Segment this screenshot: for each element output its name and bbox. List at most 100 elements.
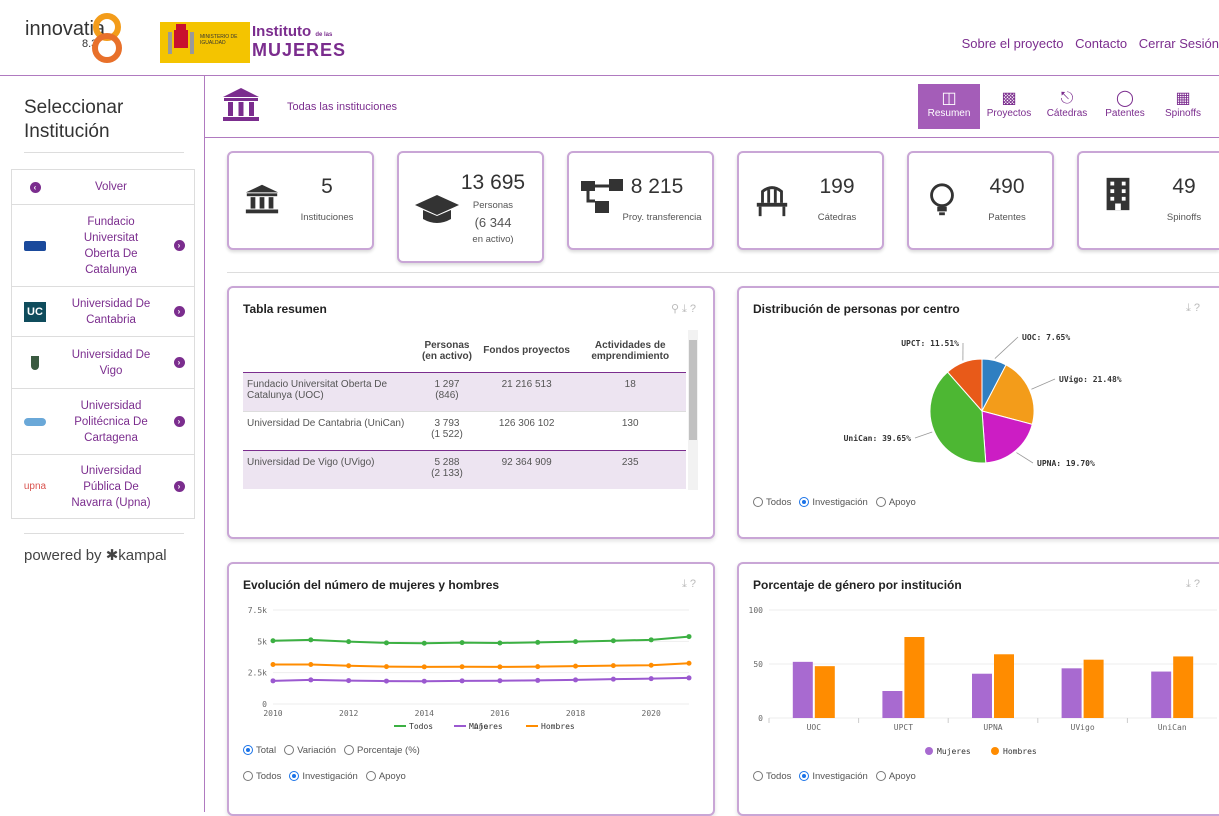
tab-resumen[interactable]: ◫Resumen: [918, 84, 980, 129]
powered-by-kampal[interactable]: powered by ✱kampal: [24, 546, 167, 564]
column-header[interactable]: Fondos proyectos: [479, 330, 575, 372]
institution-item-upct[interactable]: Universidad Politécnica De Cartagena ›: [12, 388, 194, 454]
table-scroll-area[interactable]: Personas (en activo) Fondos proyectos Ac…: [243, 330, 701, 490]
pie-label: UPCT: 11.51%: [901, 339, 959, 348]
radio-apoyo[interactable]: Apoyo: [876, 497, 916, 508]
bar-filter-radios: Todos Investigación Apoyo: [753, 771, 916, 782]
data-point: [422, 641, 427, 646]
panel-title: Evolución del número de mujeres y hombre…: [243, 578, 499, 592]
cell-personas: 5 288(2 133): [415, 450, 479, 489]
cell-fondos: 21 216 513: [479, 372, 575, 411]
kpi-card-personas[interactable]: 13 695 Personas (6 344 en activo): [397, 151, 544, 263]
divider: [227, 272, 1219, 273]
radio-porcentaje[interactable]: Porcentaje (%): [344, 745, 420, 756]
chair-icon: ⎋: [1038, 90, 1096, 108]
uvigo-logo-icon: [12, 356, 58, 370]
nav-logout-link[interactable]: Cerrar Sesión: [1139, 36, 1219, 51]
radio-apoyo[interactable]: Apoyo: [876, 771, 916, 782]
institution-item-vigo[interactable]: Universidad De Vigo ›: [12, 336, 194, 388]
data-point: [384, 664, 389, 669]
kpi-extra: (6 344: [448, 215, 538, 230]
projects-icon: ▩: [980, 90, 1038, 108]
table-scrollbar[interactable]: [688, 330, 698, 490]
tab-spinoffs[interactable]: ▦Spinoffs: [1154, 84, 1212, 129]
y-tick-label: 50: [753, 660, 763, 669]
help-icon[interactable]: ?: [1194, 302, 1203, 314]
help-icon[interactable]: ?: [690, 578, 699, 590]
y-tick-label: 2.5k: [248, 669, 267, 678]
download-icon[interactable]: ⤓: [682, 578, 690, 590]
kpi-value: 13 695: [448, 171, 538, 195]
nav-contact-link[interactable]: Contacto: [1075, 36, 1127, 51]
bar: [1173, 656, 1193, 718]
download-icon[interactable]: ⤓: [1186, 578, 1194, 590]
x-tick-label: 2010: [263, 709, 282, 718]
data-point: [687, 661, 692, 666]
kpi-card-spinoffs[interactable]: 49 Spinoffs: [1077, 151, 1219, 250]
breadcrumb-label[interactable]: Todas las instituciones: [287, 101, 397, 113]
x-tick-label: UPCT: [894, 723, 913, 732]
pie-leader-line: [1031, 379, 1055, 389]
data-point: [687, 675, 692, 680]
y-tick-label: 0: [758, 714, 763, 723]
search-icon[interactable]: ⚲: [671, 303, 682, 315]
data-point: [497, 640, 502, 645]
tab-label: Spinoffs: [1154, 108, 1212, 119]
kpi-label: Patentes: [962, 212, 1052, 223]
help-icon[interactable]: ?: [1194, 578, 1203, 590]
pie-label: UVigo: 21.48%: [1059, 374, 1122, 384]
line-filter-radios: Todos Investigación Apoyo: [243, 771, 406, 782]
nav-about-link[interactable]: Sobre el proyecto: [962, 36, 1064, 51]
radio-todos[interactable]: Todos: [753, 771, 791, 782]
radio-todos[interactable]: Todos: [243, 771, 281, 782]
radio-apoyo[interactable]: Apoyo: [366, 771, 406, 782]
institution-item-upna[interactable]: upna Universidad Pública De Navarra (Upn…: [12, 454, 194, 518]
radio-todos[interactable]: Todos: [753, 497, 791, 508]
kpi-card-proyectos[interactable]: 8 215 Proy. transferencia: [567, 151, 714, 250]
instituto-de-text: de las: [315, 32, 332, 38]
table-row[interactable]: Universidad De Vigo (UVigo) 5 288(2 133)…: [243, 450, 686, 489]
kpi-card-catedras[interactable]: 199 Cátedras: [737, 151, 884, 250]
kpi-value: 490: [962, 175, 1052, 199]
tab-label: Resumen: [918, 108, 980, 119]
data-point: [649, 637, 654, 642]
institution-label: Universidad Pública De Navarra (Upna): [58, 463, 164, 511]
radio-investigacion[interactable]: Investigación: [799, 497, 867, 508]
pie-leader-line: [1016, 453, 1033, 463]
institution-item-cantabria[interactable]: UC Universidad De Cantabria ›: [12, 286, 194, 336]
institution-list: ‹ Volver Fundacio Universitat Oberta De …: [11, 169, 195, 519]
back-button[interactable]: ‹ Volver: [12, 170, 194, 204]
institution-item-uoc[interactable]: Fundacio Universitat Oberta De Catalunya…: [12, 204, 194, 286]
line-mode-radios: Total Variación Porcentaje (%): [243, 745, 420, 756]
radio-variacion[interactable]: Variación: [284, 745, 336, 756]
y-tick-label: 100: [749, 606, 764, 615]
data-point: [649, 663, 654, 668]
bar: [994, 654, 1014, 718]
tab-label: Cátedras: [1038, 108, 1096, 119]
data-point: [535, 664, 540, 669]
breadcrumb: Todas las instituciones ◫Resumen ▩Proyec…: [205, 76, 1219, 138]
tab-patentes[interactable]: ◯Patentes: [1096, 84, 1154, 129]
download-icon[interactable]: ⤓: [1186, 302, 1194, 314]
radio-investigacion[interactable]: Investigación: [799, 771, 867, 782]
panel-actions: ⤓?: [1186, 578, 1203, 591]
column-header[interactable]: Actividades de emprendimiento: [574, 330, 686, 372]
panel-title: Porcentaje de género por institución: [753, 578, 962, 592]
tab-proyectos[interactable]: ▩Proyectos: [980, 84, 1038, 129]
data-point: [271, 638, 276, 643]
table-row[interactable]: Universidad De Cantabria (UniCan) 3 793(…: [243, 411, 686, 450]
kpi-card-instituciones[interactable]: 5 Instituciones: [227, 151, 374, 250]
section-tabs: ◫Resumen ▩Proyectos ⎋Cátedras ◯Patentes …: [918, 84, 1212, 129]
download-icon[interactable]: ⤓: [682, 303, 690, 315]
table-row[interactable]: Fundacio Universitat Oberta De Catalunya…: [243, 372, 686, 411]
help-icon[interactable]: ?: [690, 303, 699, 315]
legend-label: Mujeres: [469, 722, 503, 731]
divider: [24, 152, 184, 153]
kpi-card-patentes[interactable]: 490 Patentes: [907, 151, 1054, 250]
tab-catedras[interactable]: ⎋Cátedras: [1038, 84, 1096, 129]
radio-investigacion[interactable]: Investigación: [289, 771, 357, 782]
column-header[interactable]: Personas (en activo): [415, 330, 479, 372]
radio-total[interactable]: Total: [243, 745, 276, 756]
bar: [1062, 668, 1082, 718]
y-tick-label: 7.5k: [248, 606, 267, 615]
